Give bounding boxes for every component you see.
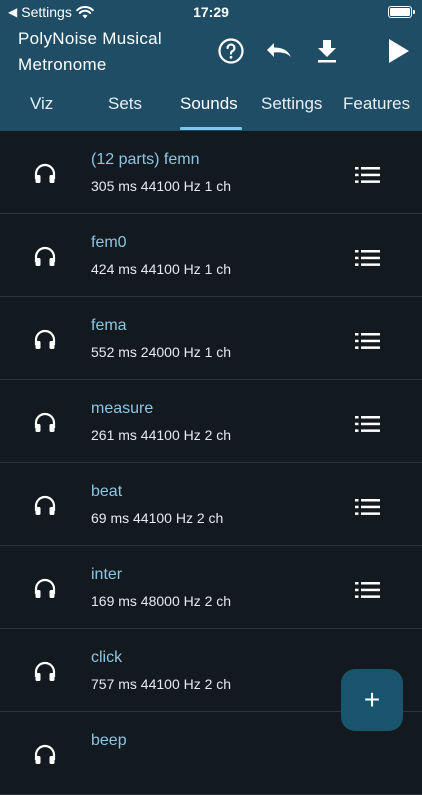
sound-row[interactable]: (12 parts) femn 305 ms 44100 Hz 1 ch (0, 131, 422, 214)
sound-name: fem0 (91, 234, 127, 251)
sound-meta: 552 ms 24000 Hz 1 ch (91, 344, 232, 360)
list-menu-icon[interactable] (355, 582, 380, 598)
status-time: 17:29 (193, 4, 229, 20)
sound-name: fema (91, 317, 127, 334)
tab-selected-indicator (180, 127, 242, 130)
app-title: PolyNoise Musical Metronome (18, 29, 162, 74)
download-icon (318, 40, 336, 63)
headphones-icon[interactable] (33, 162, 57, 186)
undo-button[interactable] (264, 36, 294, 66)
undo-icon (267, 43, 291, 57)
help-circle-icon (218, 38, 244, 64)
tab-sounds[interactable]: Sounds (180, 94, 238, 114)
sound-meta: 757 ms 44100 Hz 2 ch (91, 676, 232, 692)
headphones-icon[interactable] (33, 494, 57, 518)
sound-row[interactable]: inter 169 ms 48000 Hz 2 ch (0, 546, 422, 629)
tab-bar: Viz Sets Sounds Settings Features (0, 90, 422, 131)
sound-name: measure (91, 400, 154, 417)
sound-meta: 305 ms 44100 Hz 1 ch (91, 178, 232, 194)
sound-row[interactable]: fem0 424 ms 44100 Hz 1 ch (0, 214, 422, 297)
sound-row[interactable]: measure 261 ms 44100 Hz 2 ch (0, 380, 422, 463)
tab-viz[interactable]: Viz (30, 94, 53, 114)
sound-name: beep (91, 732, 127, 749)
sound-name: (12 parts) femn (91, 151, 200, 168)
help-button[interactable] (216, 36, 246, 66)
sound-row[interactable]: fema 552 ms 24000 Hz 1 ch (0, 297, 422, 380)
tab-sets[interactable]: Sets (108, 94, 142, 114)
sound-row[interactable]: beat 69 ms 44100 Hz 2 ch (0, 463, 422, 546)
headphones-icon[interactable] (33, 743, 57, 767)
list-menu-icon[interactable] (355, 416, 380, 432)
headphones-icon[interactable] (33, 660, 57, 684)
sound-name: click (91, 649, 123, 666)
list-menu-icon[interactable] (355, 333, 380, 349)
list-menu-icon[interactable] (355, 499, 380, 515)
sound-meta: 69 ms 44100 Hz 2 ch (91, 510, 224, 526)
app-header: ◀ Settings 17:29 PolyNoise Musical Metro… (0, 0, 422, 131)
headphones-icon[interactable] (33, 245, 57, 269)
status-bar: ◀ Settings 17:29 (0, 0, 422, 26)
battery-icon (388, 6, 415, 18)
list-menu-icon[interactable] (355, 167, 380, 183)
sound-name: inter (91, 566, 123, 583)
headphones-icon[interactable] (33, 577, 57, 601)
sound-meta: 261 ms 44100 Hz 2 ch (91, 427, 232, 443)
sound-meta: 424 ms 44100 Hz 1 ch (91, 261, 232, 277)
play-button[interactable] (384, 36, 414, 66)
sound-meta: 169 ms 48000 Hz 2 ch (91, 593, 232, 609)
list-menu-icon[interactable] (355, 250, 380, 266)
headphones-icon[interactable] (33, 411, 57, 435)
headphones-icon[interactable] (33, 328, 57, 352)
sound-name: beat (91, 483, 123, 500)
add-sound-button[interactable]: + (341, 669, 403, 731)
download-button[interactable] (312, 36, 342, 66)
tab-settings[interactable]: Settings (261, 94, 322, 114)
tab-features[interactable]: Features (343, 94, 410, 114)
play-icon (389, 39, 409, 63)
